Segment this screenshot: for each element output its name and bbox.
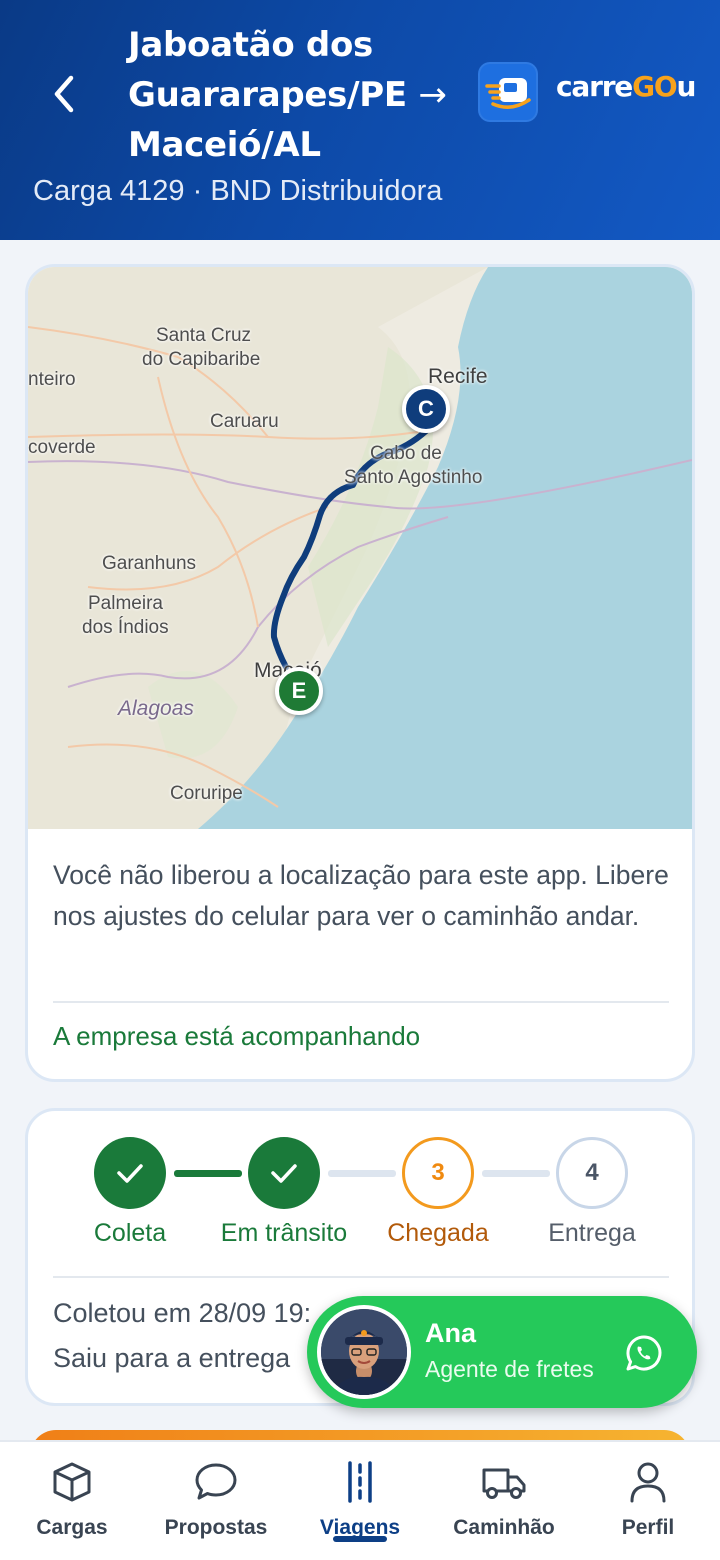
nav-item-caminhao[interactable]: Caminhão <box>432 1460 576 1540</box>
divider <box>53 1276 669 1278</box>
map-label-palmeira: Palmeira <box>88 593 163 614</box>
map-label-garanhuns: Garanhuns <box>102 553 197 574</box>
map-label-coruripe: Coruripe <box>170 783 243 804</box>
map-card: Santa Cruz do Capibaribe nteiro Caruaru … <box>25 264 695 1082</box>
route-title: Jaboatão dos Guararapes/PE → Maceió/AL <box>128 20 468 170</box>
top-header: Jaboatão dos Guararapes/PE → Maceió/AL C… <box>0 0 720 240</box>
nav-label-propostas: Propostas <box>164 1516 268 1539</box>
road-icon <box>348 1461 372 1503</box>
map-label-nteiro: nteiro <box>28 369 76 390</box>
back-button[interactable] <box>44 70 84 118</box>
route-map[interactable]: Santa Cruz do Capibaribe nteiro Caruaru … <box>28 267 692 829</box>
step-label-chegada: Chegada <box>387 1219 489 1247</box>
nav-item-perfil[interactable]: Perfil <box>576 1460 720 1540</box>
map-label-capibaribe: do Capibaribe <box>142 349 261 370</box>
map-label-cabo: Cabo de <box>370 443 442 464</box>
route-arrow: → <box>418 75 447 115</box>
nav-item-viagens[interactable]: Viagens <box>288 1460 432 1540</box>
truck-icon <box>482 1468 526 1499</box>
step-chegada-number: 3 <box>402 1137 474 1209</box>
check-icon <box>117 1164 143 1183</box>
route-origin: Jaboatão dos Guararapes/PE <box>128 25 407 115</box>
connector-2 <box>328 1170 396 1177</box>
collected-at-text: Coletou em 28/09 19: <box>53 1298 312 1328</box>
origin-pin[interactable]: C <box>402 385 450 433</box>
step-label-entrega: Entrega <box>548 1219 636 1247</box>
chat-bubble-icon <box>195 1463 237 1500</box>
nav-label-caminhao: Caminhão <box>453 1516 555 1539</box>
agent-chat-button[interactable]: Ana Agente de fretes <box>307 1296 697 1408</box>
carregou-logo-text: carreGOu <box>556 70 696 103</box>
map-label-alagoas: Alagoas <box>118 697 194 720</box>
step-transito-check <box>248 1137 320 1209</box>
check-icon <box>271 1164 297 1183</box>
route-destination: Maceió/AL <box>128 125 321 165</box>
nav-item-cargas[interactable]: Cargas <box>0 1460 144 1540</box>
load-subtitle: Carga 4129 · BND Distribuidora <box>33 175 443 207</box>
step-entrega-number: 4 <box>556 1137 628 1209</box>
connector-1 <box>174 1170 242 1177</box>
map-label-coverde: coverde <box>28 437 96 458</box>
map-label-santo-agostinho: Santo Agostinho <box>344 467 483 488</box>
box-icon <box>53 1462 91 1502</box>
out-for-delivery-text: Saiu para a entrega <box>53 1343 291 1373</box>
nav-active-indicator <box>333 1536 387 1542</box>
map-label-caruaru: Caruaru <box>210 411 279 432</box>
bottom-navigation: Cargas Propostas Viagens Caminhão Perfil <box>0 1440 720 1560</box>
step-label-coleta: Coleta <box>93 1219 167 1247</box>
map-label-dos-indios: dos Índios <box>82 617 169 638</box>
agent-avatar <box>317 1305 411 1399</box>
user-icon <box>630 1462 666 1503</box>
nav-label-cargas: Cargas <box>36 1516 108 1539</box>
chevron-left-icon <box>54 75 74 113</box>
map-label-santa-cruz: Santa Cruz <box>156 325 252 346</box>
carregou-logo-icon <box>478 62 538 122</box>
map-label-recife: Recife <box>428 365 488 388</box>
step-label-em-transito: Em trânsito <box>220 1219 348 1247</box>
destination-pin[interactable]: E <box>275 667 323 715</box>
company-tracking-status: A empresa está acompanhando <box>53 1021 421 1051</box>
divider <box>53 1001 669 1003</box>
agent-name: Ana <box>425 1318 477 1348</box>
nav-label-perfil: Perfil <box>621 1516 675 1539</box>
location-permission-message: Você não liberou a localização para este… <box>53 860 669 931</box>
connector-3 <box>482 1170 550 1177</box>
nav-item-propostas[interactable]: Propostas <box>144 1460 288 1540</box>
agent-role: Agente de fretes <box>425 1356 594 1382</box>
step-coleta-check <box>94 1137 166 1209</box>
whatsapp-icon <box>626 1335 662 1371</box>
